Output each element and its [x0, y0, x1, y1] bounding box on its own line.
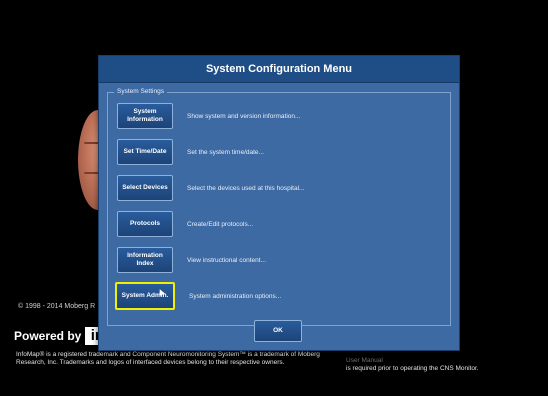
set-time-date-button[interactable]: Set Time/Date	[117, 139, 173, 165]
system-admin-button[interactable]: System Admin.	[115, 282, 175, 310]
row-system-admin: System Admin. System administration opti…	[115, 282, 447, 310]
system-configuration-dialog: System Configuration Menu System Setting…	[98, 55, 460, 351]
group-label: System Settings	[114, 87, 167, 97]
row-select-devices: Select Devices Select the devices used a…	[117, 175, 447, 201]
system-information-description: Show system and version information...	[187, 112, 301, 120]
notice-text: User Manual is required prior to operati…	[346, 357, 536, 373]
copyright-text: © 1998 - 2014 Moberg R	[18, 303, 96, 310]
select-devices-button[interactable]: Select Devices	[117, 175, 173, 201]
powered-by-label: Powered by	[14, 329, 82, 343]
select-devices-description: Select the devices used at this hospital…	[187, 184, 305, 192]
system-admin-description: System administration options...	[189, 292, 282, 300]
notice-partial: User Manual	[346, 357, 383, 364]
information-index-description: View instructional content...	[187, 256, 267, 264]
legal-text: InfoMap® is a registered trademark and C…	[16, 351, 320, 366]
notice-line: is required prior to operating the CNS M…	[346, 365, 479, 372]
screen: © 1998 - 2014 Moberg R Powered by in Inf…	[0, 0, 548, 396]
row-set-time-date: Set Time/Date Set the system time/date..…	[117, 139, 447, 165]
system-information-button[interactable]: System Information	[117, 103, 173, 129]
powered-by: Powered by in	[14, 327, 110, 345]
row-protocols: Protocols Create/Edit protocols...	[117, 211, 447, 237]
row-information-index: Information Index View instructional con…	[117, 247, 447, 273]
row-system-information: System Information Show system and versi…	[117, 103, 447, 129]
protocols-description: Create/Edit protocols...	[187, 220, 254, 228]
information-index-button[interactable]: Information Index	[117, 247, 173, 273]
dialog-title: System Configuration Menu	[99, 56, 459, 83]
protocols-button[interactable]: Protocols	[117, 211, 173, 237]
ok-button[interactable]: OK	[254, 320, 302, 342]
set-time-date-description: Set the system time/date...	[187, 148, 264, 156]
